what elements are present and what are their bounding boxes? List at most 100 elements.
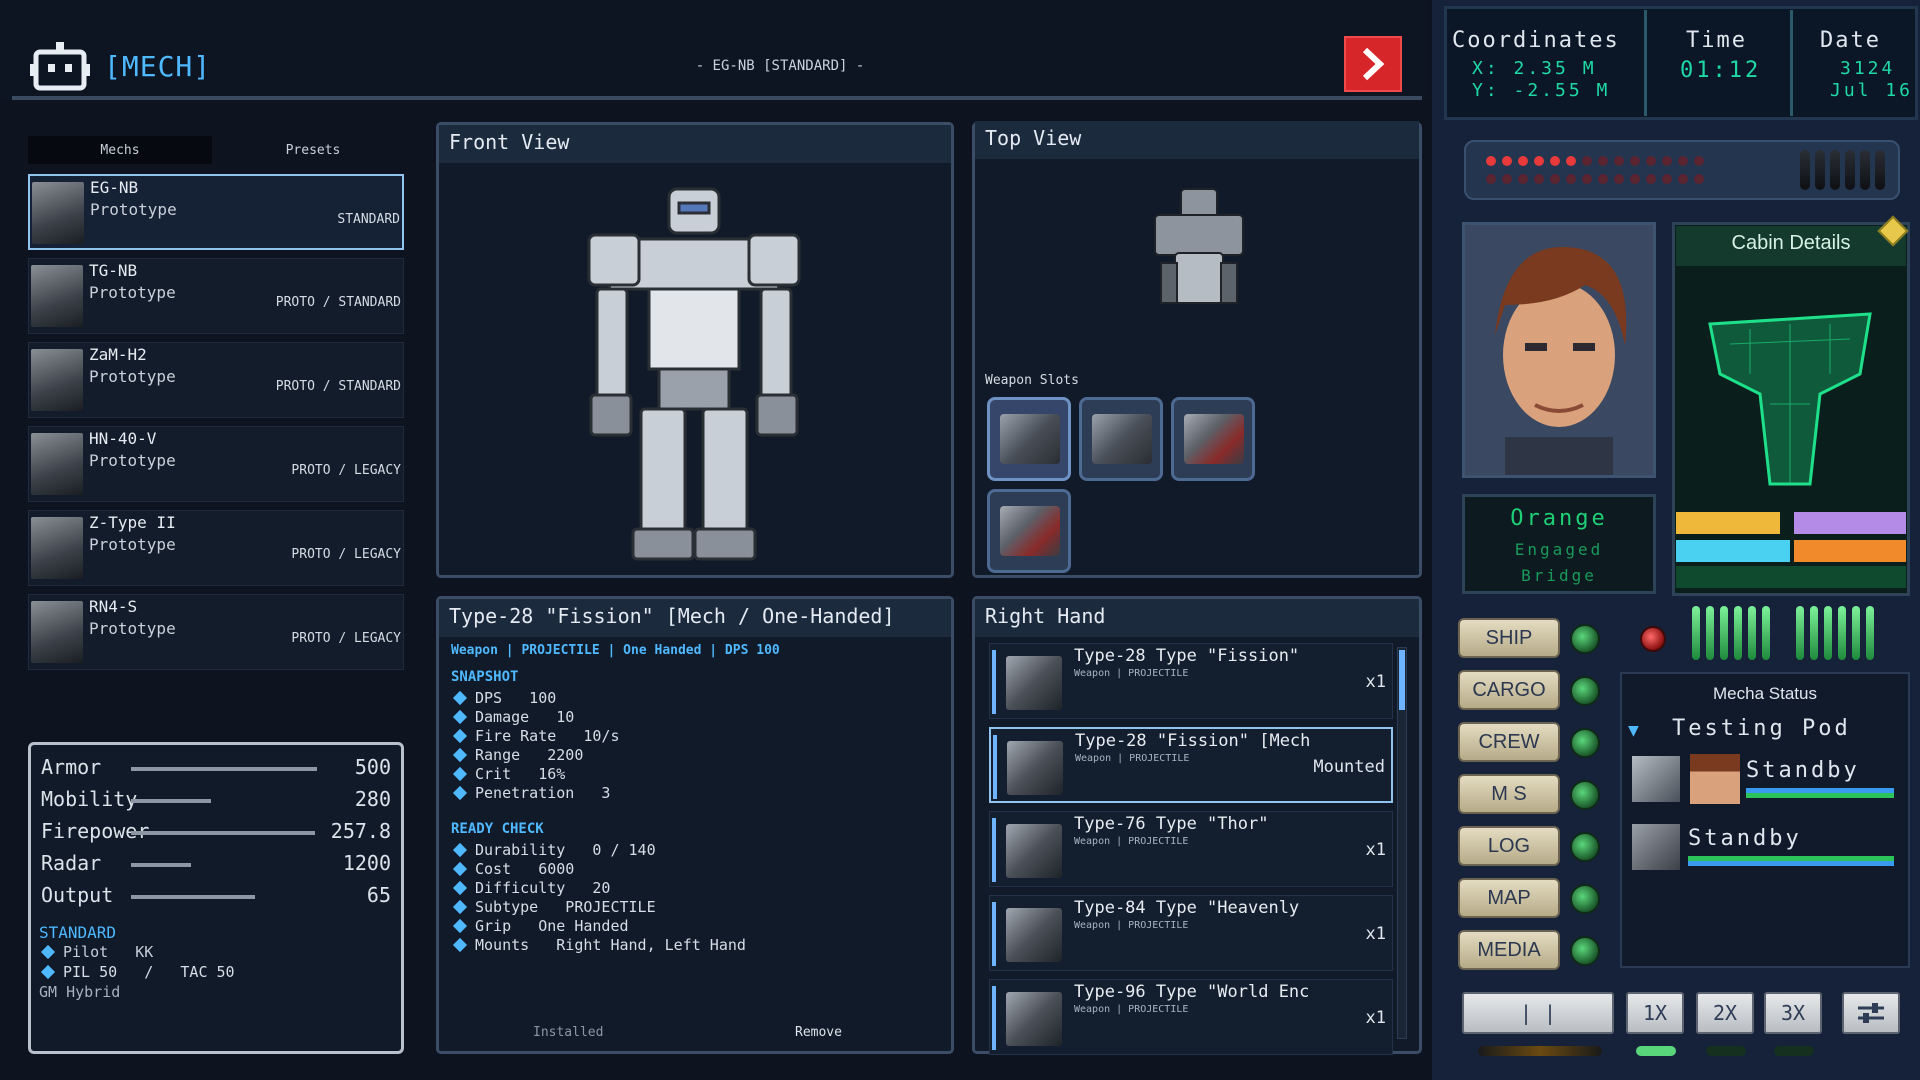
- red-knob[interactable]: [1640, 626, 1666, 652]
- nav-button-map[interactable]: MAP: [1458, 878, 1560, 918]
- mech-subtitle: Prototype: [89, 367, 176, 386]
- speed-3x-button[interactable]: 3X: [1764, 992, 1822, 1034]
- nav-knob[interactable]: [1570, 884, 1600, 914]
- coordinates-label: Coordinates: [1452, 28, 1620, 53]
- mech-subtitle: Prototype: [89, 451, 176, 470]
- mech-subtitle: Prototype: [89, 283, 176, 302]
- mech-name: HN-40-V: [89, 429, 157, 448]
- nav-knob[interactable]: [1570, 676, 1600, 706]
- item-accent: [992, 902, 996, 966]
- nav-button-ship[interactable]: SHIP: [1458, 618, 1560, 658]
- weapon-quantity: x1: [1365, 1008, 1386, 1028]
- stat-value: 65: [366, 883, 391, 907]
- loadout-type: STANDARD: [39, 923, 117, 942]
- mech-tag: PROTO / STANDARD: [275, 379, 401, 394]
- nav-button-ms[interactable]: M S: [1458, 774, 1560, 814]
- pilot-location: Bridge: [1521, 566, 1597, 585]
- vent-slot: [1860, 150, 1870, 190]
- hud-divider: [1644, 10, 1647, 116]
- status-led: [1678, 174, 1688, 184]
- weapon-list-item[interactable]: Type-28 Type "Fission" Weapon | PROJECTIL…: [989, 643, 1393, 719]
- pilot-name: Orange: [1510, 506, 1608, 531]
- weapon-quantity: x1: [1365, 840, 1386, 860]
- stat-row: Armor 500: [41, 755, 391, 785]
- item-accent: [992, 818, 996, 882]
- weapon-thumbnail: [1092, 414, 1152, 464]
- mech-list-item[interactable]: RN4-S Prototype PROTO / LEGACY: [28, 594, 404, 670]
- power-bar: [1762, 606, 1770, 660]
- weapon-thumbnail: [1000, 414, 1060, 464]
- status-led: [1518, 156, 1528, 166]
- stat-bar: [131, 863, 191, 867]
- next-button[interactable]: [1344, 36, 1402, 92]
- status-led: [1646, 156, 1656, 166]
- hybrid-line: GM Hybrid: [39, 983, 121, 1001]
- group-name: Testing Pod: [1672, 716, 1851, 741]
- stat-value: 280: [354, 787, 391, 811]
- ready-line: Grip One Handed: [451, 917, 746, 936]
- remove-button[interactable]: Remove: [795, 1025, 842, 1040]
- settings-button[interactable]: [1842, 992, 1900, 1034]
- diamond-icon: [452, 880, 468, 896]
- speed-2x-button[interactable]: 2X: [1696, 992, 1754, 1034]
- nav-button-media[interactable]: MEDIA: [1458, 930, 1560, 970]
- snapshot-line: Penetration 3: [451, 784, 620, 803]
- item-accent: [992, 650, 996, 714]
- mech-list-item[interactable]: HN-40-V Prototype PROTO / LEGACY: [28, 426, 404, 502]
- status-led: [1486, 156, 1496, 166]
- diamond-icon: [452, 728, 468, 744]
- config-name: - EG-NB [STANDARD] -: [695, 58, 865, 74]
- mech-list-item[interactable]: EG-NB Prototype STANDARD: [28, 174, 404, 250]
- stat-bar: [131, 895, 255, 899]
- diamond-icon: [452, 918, 468, 934]
- weapon-list-item[interactable]: Type-96 Type "World Enc Weapon | PROJECTI…: [989, 979, 1393, 1055]
- scrollbar-thumb[interactable]: [1399, 650, 1405, 710]
- mech-list-item[interactable]: ZaM-H2 Prototype PROTO / STANDARD: [28, 342, 404, 418]
- diamond-icon: [452, 785, 468, 801]
- nav-button-cargo[interactable]: CARGO: [1458, 670, 1560, 710]
- speed-1x-button[interactable]: 1X: [1626, 992, 1684, 1034]
- right-hand-title: Right Hand: [975, 599, 1419, 637]
- nav-knob[interactable]: [1570, 780, 1600, 810]
- weapon-slots-label: Weapon Slots: [985, 373, 1079, 388]
- nav-knob[interactable]: [1570, 832, 1600, 862]
- weapon-slot-4[interactable]: [987, 489, 1071, 573]
- weapon-thumbnail: [1006, 824, 1062, 878]
- pause-button[interactable]: | |: [1462, 992, 1614, 1034]
- stat-row: Output 65: [41, 883, 391, 913]
- weapon-slot-1[interactable]: [987, 397, 1071, 481]
- unit-health-bar: [1688, 861, 1894, 866]
- weapon-detail-title: Type-28 "Fission" [Mech / One-Handed]: [439, 599, 951, 637]
- weapon-slot-2[interactable]: [1079, 397, 1163, 481]
- weapon-list-item[interactable]: Type-28 "Fission" [Mech Weapon | PROJECTI…: [989, 727, 1393, 803]
- collapse-triangle-icon[interactable]: ▼: [1628, 720, 1639, 741]
- time-value: 01:12: [1680, 58, 1762, 83]
- tab-presets[interactable]: Presets: [222, 136, 404, 164]
- weapon-slot-3[interactable]: [1171, 397, 1255, 481]
- stat-bar: [131, 799, 211, 803]
- stat-value: 500: [354, 755, 391, 779]
- diamond-icon: [452, 899, 468, 915]
- vent-slot: [1845, 150, 1855, 190]
- tab-mechs[interactable]: Mechs: [28, 136, 212, 164]
- nav-knob[interactable]: [1570, 624, 1600, 654]
- diamond-icon: [40, 944, 56, 960]
- front-view-panel: Front View: [436, 122, 954, 578]
- nav-knob[interactable]: [1570, 728, 1600, 758]
- weapon-list-item[interactable]: Type-76 Type "Thor" Weapon | PROJECTILE x1: [989, 811, 1393, 887]
- chevron-right-icon: [1362, 47, 1385, 81]
- pilot-status: Engaged: [1514, 540, 1604, 559]
- mech-list-item[interactable]: TG-NB Prototype PROTO / STANDARD: [28, 258, 404, 334]
- mech-tag: STANDARD: [337, 212, 400, 227]
- status-led: [1486, 174, 1496, 184]
- hud-divider: [1790, 10, 1793, 116]
- nav-button-log[interactable]: LOG: [1458, 826, 1560, 866]
- weapon-list-item[interactable]: Type-84 Type "Heavenly Weapon | PROJECTIL…: [989, 895, 1393, 971]
- nav-knob[interactable]: [1570, 936, 1600, 966]
- mech-list-item[interactable]: Z-Type II Prototype PROTO / LEGACY: [28, 510, 404, 586]
- diamond-icon: [452, 937, 468, 953]
- status-led: [1598, 174, 1608, 184]
- status-led: [1598, 156, 1608, 166]
- nav-button-crew[interactable]: CREW: [1458, 722, 1560, 762]
- scrollbar[interactable]: [1397, 647, 1407, 1039]
